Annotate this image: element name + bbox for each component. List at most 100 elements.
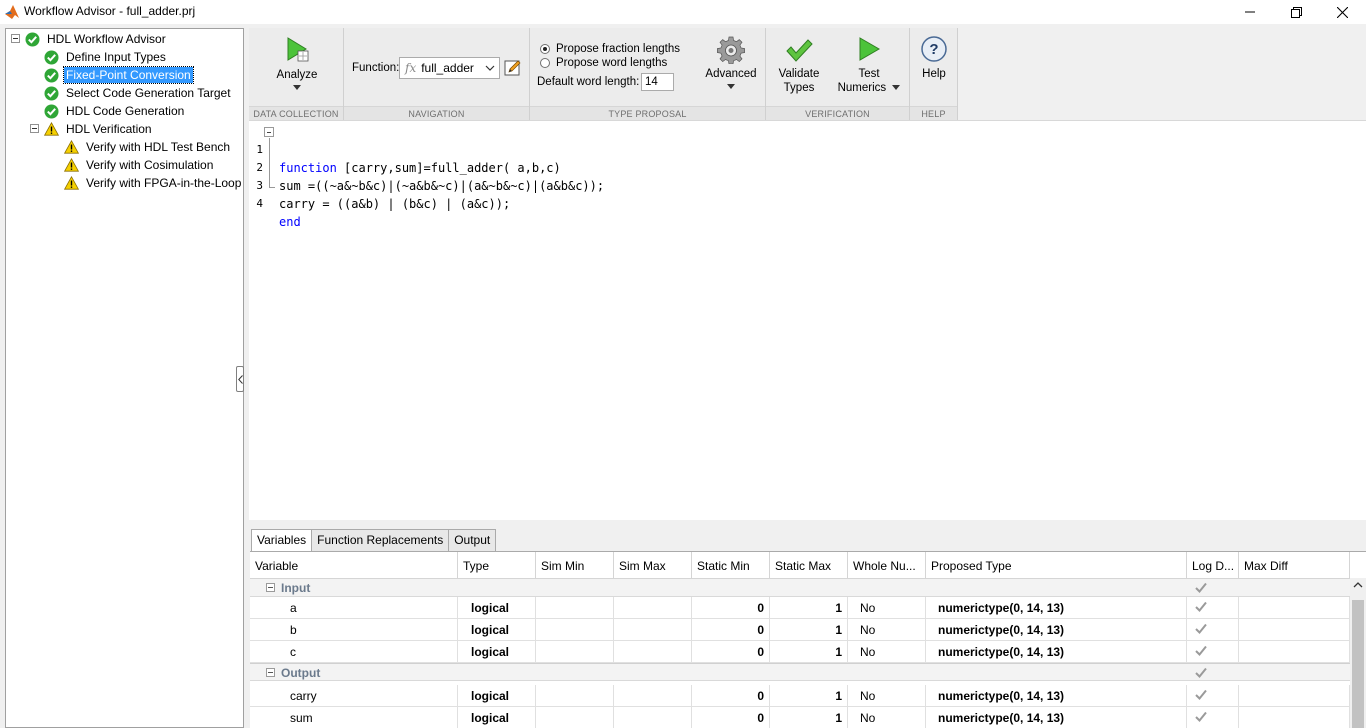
tree-item-select-code-generation-target[interactable]: Select Code Generation Target [44, 84, 233, 102]
cell-log-data [1187, 597, 1239, 619]
advanced-button[interactable]: Advanced [700, 36, 762, 89]
cell-proposed-type[interactable]: numerictype(0, 14, 13) [926, 685, 1187, 707]
column-header-max-diff[interactable]: Max Diff [1239, 552, 1350, 579]
column-header-variable[interactable]: Variable [250, 552, 458, 579]
cell-proposed-type[interactable]: numerictype(0, 14, 13) [926, 619, 1187, 641]
code-editor[interactable]: 1 function [carry,sum]=full_adder( a,b,c… [249, 120, 1366, 520]
cell-variable: carry [250, 685, 458, 707]
scrollbar-thumb[interactable] [1352, 600, 1364, 728]
propose-fraction-lengths-radio[interactable]: Propose fraction lengths [540, 43, 680, 55]
workflow-tree: HDL Workflow Advisor Define Input Types … [5, 28, 244, 728]
cell-sim-max [614, 707, 692, 728]
cell-proposed-type[interactable]: numerictype(0, 14, 13) [926, 707, 1187, 728]
tab-output[interactable]: Output [448, 529, 497, 551]
column-header-static-max[interactable]: Static Max [770, 552, 848, 579]
tab-variables[interactable]: Variables [251, 529, 313, 552]
column-header-proposed-type[interactable]: Proposed Type [926, 552, 1187, 579]
cell-proposed-type[interactable]: numerictype(0, 14, 13) [926, 597, 1187, 619]
tree-item-hdl-code-generation[interactable]: HDL Code Generation [44, 102, 186, 120]
help-button[interactable]: ? Help [914, 36, 954, 81]
check-circle-icon [44, 86, 59, 100]
section-label: NAVIGATION [344, 106, 529, 120]
warning-icon [64, 140, 79, 154]
caret-down-icon [727, 84, 735, 89]
group-collapse-icon[interactable] [266, 583, 275, 592]
cell-whole-number: No [848, 685, 926, 707]
section-navigation: Function: fx full_adder NAVIGATION [344, 28, 530, 120]
tree-item-verify-hdl-test-bench[interactable]: Verify with HDL Test Bench [64, 138, 232, 156]
help-label: Help [922, 68, 946, 80]
column-header-whole-number[interactable]: Whole Nu... [848, 552, 926, 579]
restore-button[interactable] [1273, 0, 1319, 24]
table-row[interactable]: carry logical 0 1 No numerictype(0, 14, … [250, 685, 1350, 707]
radio-label: Propose fraction lengths [556, 43, 681, 55]
checkmark-icon [786, 39, 813, 62]
table-row[interactable]: b logical 0 1 No numerictype(0, 14, 13) [250, 619, 1350, 641]
cell-proposed-type[interactable]: numerictype(0, 14, 13) [926, 641, 1187, 663]
cell-variable: b [250, 619, 458, 641]
group-row-output[interactable]: Output [250, 663, 1350, 681]
group-row-input[interactable]: Input [250, 579, 1350, 597]
edit-function-icon[interactable] [504, 59, 522, 77]
cell-sim-min [536, 619, 614, 641]
tab-function-replacements[interactable]: Function Replacements [311, 529, 450, 551]
advanced-label: Advanced [705, 68, 757, 80]
function-select[interactable]: fx full_adder [399, 57, 500, 79]
tree-root-expander[interactable] [11, 34, 20, 43]
column-header-static-min[interactable]: Static Min [692, 552, 770, 579]
close-icon [1336, 6, 1348, 18]
chevron-left-icon [237, 374, 243, 384]
cell-sim-min [536, 641, 614, 663]
scroll-up-icon[interactable] [1353, 581, 1363, 589]
cell-type: logical [458, 597, 536, 619]
collapse-panel-button[interactable] [236, 366, 244, 392]
cell-static-max: 1 [770, 707, 848, 728]
title-bar: Workflow Advisor - full_adder.prj [0, 0, 1366, 24]
tree-item-define-input-types[interactable]: Define Input Types [44, 48, 168, 66]
window-title: Workflow Advisor - full_adder.prj [24, 4, 196, 18]
group-label: Output [281, 666, 321, 680]
validate-label-line1: Validate [778, 68, 820, 80]
warning-icon [44, 122, 59, 136]
minimize-button[interactable] [1227, 0, 1273, 24]
cell-static-min: 0 [692, 619, 770, 641]
cell-static-max: 1 [770, 685, 848, 707]
propose-word-lengths-radio[interactable]: Propose word lengths [540, 57, 667, 69]
table-scrollbar[interactable] [1350, 578, 1366, 728]
close-window-button[interactable] [1319, 0, 1365, 24]
column-header-log-data[interactable]: Log D... [1187, 552, 1239, 579]
tree-item-verify-fpga-in-the-loop[interactable]: Verify with FPGA-in-the-Loop [64, 174, 243, 192]
minimize-icon [1245, 11, 1255, 13]
tree-item-fixed-point-conversion[interactable]: Fixed-Point Conversion [44, 66, 194, 84]
tree-item-root[interactable]: HDL Workflow Advisor [25, 30, 168, 48]
table-row[interactable]: sum logical 0 1 No numerictype(0, 14, 13… [250, 707, 1350, 728]
table-row[interactable]: a logical 0 1 No numerictype(0, 14, 13) [250, 597, 1350, 619]
analyze-label: Analyze [276, 69, 318, 81]
tree-verification-expander[interactable] [30, 124, 39, 133]
cell-variable: sum [250, 707, 458, 728]
cell-static-min: 0 [692, 597, 770, 619]
radio-unselected-icon [540, 58, 550, 68]
tree-item-verify-cosimulation[interactable]: Verify with Cosimulation [64, 156, 215, 174]
tree-item-label: Verify with Cosimulation [86, 158, 214, 172]
tree-item-hdl-verification[interactable]: HDL Verification [44, 120, 154, 138]
play-icon [287, 37, 309, 62]
group-collapse-icon[interactable] [266, 668, 275, 677]
default-word-length-input[interactable]: 14 [641, 73, 674, 91]
code-line: 3 carry = ((a&b) | (b&c) | (a&c)); [249, 159, 949, 211]
cell-max-diff [1239, 641, 1350, 663]
validate-types-button[interactable]: Validate Types [774, 36, 824, 95]
analyze-button[interactable]: Analyze [269, 36, 325, 90]
cell-static-min: 0 [692, 685, 770, 707]
column-header-type[interactable]: Type [458, 552, 536, 579]
table-row[interactable]: c logical 0 1 No numerictype(0, 14, 13) [250, 641, 1350, 663]
cell-sim-max [614, 597, 692, 619]
check-circle-icon [44, 68, 59, 82]
test-numerics-button[interactable]: Test Numerics [834, 36, 904, 95]
check-circle-icon [44, 104, 59, 118]
cell-type: logical [458, 685, 536, 707]
tree-item-label: Define Input Types [66, 50, 166, 64]
cell-whole-number: No [848, 619, 926, 641]
column-header-sim-max[interactable]: Sim Max [614, 552, 692, 579]
column-header-sim-min[interactable]: Sim Min [536, 552, 614, 579]
